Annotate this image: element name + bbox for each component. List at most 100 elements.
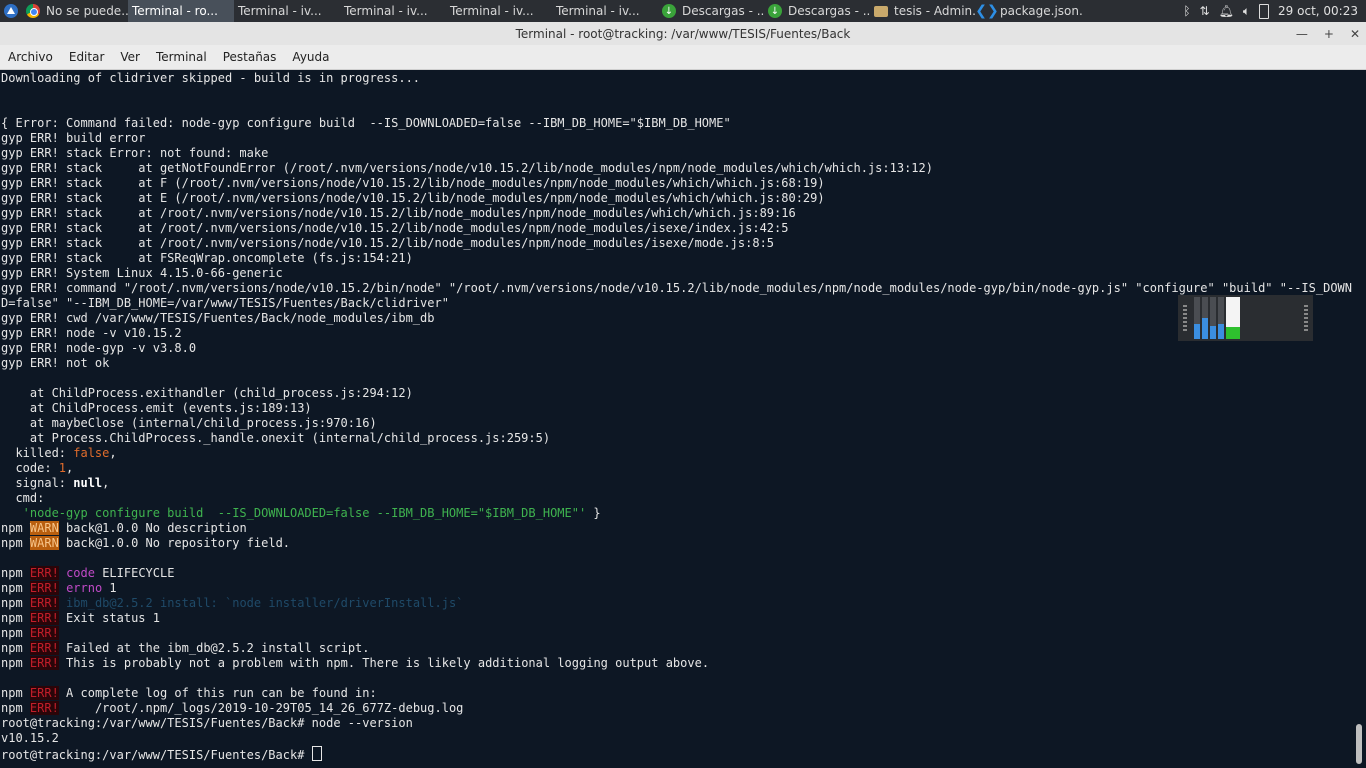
brace: } bbox=[586, 506, 601, 520]
notification-bell-icon[interactable]: 🔔︎ bbox=[1219, 4, 1234, 18]
task-downloads[interactable]: ↓ Descargas - ... bbox=[658, 0, 764, 22]
task-label: Descargas - ... bbox=[682, 4, 764, 18]
app-menu-icon[interactable] bbox=[0, 0, 22, 22]
shell-prompt: root@tracking:/var/www/TESIS/Fuentes/Bac… bbox=[1, 748, 312, 762]
maximize-icon[interactable]: + bbox=[1324, 27, 1334, 41]
close-icon[interactable]: ✕ bbox=[1350, 27, 1360, 41]
task-chrome[interactable]: No se puede... bbox=[22, 0, 128, 22]
cpu-core-fill bbox=[1202, 318, 1208, 339]
terminal-line: at Process.ChildProcess._handle.onexit (… bbox=[1, 431, 551, 445]
menu-ver[interactable]: Ver bbox=[112, 50, 148, 64]
terminal-line: npm ERR! Failed at the ibm_db@2.5.2 inst… bbox=[1, 641, 1352, 656]
terminal-line: npm ERR! errno 1 bbox=[1, 581, 1352, 596]
task-label: Terminal - iv... bbox=[344, 4, 428, 18]
warn-text: back@1.0.0 No description bbox=[58, 521, 247, 535]
task-label: tesis - Admin... bbox=[894, 4, 976, 18]
err-badge: ERR! bbox=[29, 611, 59, 625]
npm-prefix: npm bbox=[1, 641, 23, 655]
menu-bar: Archivo Editar Ver Terminal Pestañas Ayu… bbox=[0, 45, 1366, 70]
system-monitor-widget[interactable] bbox=[1178, 295, 1313, 341]
terminal-text: Downloading of clidriver skipped - build… bbox=[0, 70, 1366, 762]
value-false: false bbox=[73, 446, 110, 460]
cpu-core-fill bbox=[1210, 326, 1216, 339]
folder-icon bbox=[874, 5, 888, 17]
terminal-line: npm ERR! This is probably not a problem … bbox=[1, 656, 1352, 671]
terminal-line: killed: false, bbox=[1, 446, 117, 460]
menu-editar[interactable]: Editar bbox=[61, 50, 113, 64]
err-text: 1 bbox=[102, 581, 117, 595]
task-file-manager[interactable]: tesis - Admin... bbox=[870, 0, 976, 22]
minimize-icon[interactable]: — bbox=[1296, 27, 1308, 41]
npm-prefix: npm bbox=[1, 566, 23, 580]
err-badge: ERR! bbox=[29, 701, 59, 715]
terminal-line: 'node-gyp configure build --IS_DOWNLOADE… bbox=[1, 506, 1352, 521]
terminal-scrollbar[interactable] bbox=[1352, 70, 1366, 768]
cpu-core-bar bbox=[1202, 297, 1208, 339]
err-text: This is probably not a problem with npm.… bbox=[58, 656, 710, 670]
terminal-line: gyp ERR! stack at FSReqWrap.oncomplete (… bbox=[1, 251, 413, 265]
task-downloads[interactable]: ↓ Descargas - ... bbox=[764, 0, 870, 22]
terminal-line: at maybeClose (internal/child_process.js… bbox=[1, 416, 377, 430]
task-vscode[interactable]: ❮❯ package.json... bbox=[976, 0, 1082, 22]
cpu-core-bar bbox=[1194, 297, 1200, 339]
terminal-line: gyp ERR! stack Error: not found: make bbox=[1, 146, 269, 160]
terminal-line: { Error: Command failed: node-gyp config… bbox=[1, 116, 731, 130]
drag-handle[interactable] bbox=[1183, 305, 1187, 331]
terminal-line: gyp ERR! node -v v10.15.2 bbox=[1, 326, 182, 340]
err-badge: ERR! bbox=[29, 626, 59, 640]
clock[interactable]: 29 oct, 00:23 bbox=[1278, 4, 1358, 18]
memory-fill bbox=[1226, 327, 1240, 339]
warn-badge: WARN bbox=[29, 536, 59, 550]
terminal-line: gyp ERR! command "/root/.nvm/versions/no… bbox=[1, 281, 1366, 295]
vscode-icon: ❮❯ bbox=[976, 3, 999, 19]
value-code: 1 bbox=[58, 461, 67, 475]
terminal-line: at ChildProcess.exithandler (child_proce… bbox=[1, 386, 413, 400]
terminal-line: npm ERR! code ELIFECYCLE bbox=[1, 566, 1352, 581]
menu-pestanas[interactable]: Pestañas bbox=[215, 50, 285, 64]
terminal-line: gyp ERR! build error bbox=[1, 131, 146, 145]
bluetooth-icon[interactable]: ᛒ bbox=[1183, 4, 1190, 18]
menu-archivo[interactable]: Archivo bbox=[0, 50, 61, 64]
terminal-line: npm ERR! /root/.npm/_logs/2019-10-29T05_… bbox=[1, 701, 1352, 716]
err-badge: ERR! bbox=[29, 686, 59, 700]
battery-icon[interactable] bbox=[1259, 3, 1270, 19]
system-tray: ᛒ ⇅ 🔔︎ 🔈︎ 29 oct, 00:23 bbox=[1183, 0, 1358, 22]
task-terminal[interactable]: >Terminal - iv... bbox=[0, 0, 552, 86]
cpu-core-fill bbox=[1194, 324, 1200, 339]
terminal-output[interactable]: Downloading of clidriver skipped - build… bbox=[0, 70, 1366, 768]
prompt-line[interactable]: root@tracking:/var/www/TESIS/Fuentes/Bac… bbox=[1, 746, 1352, 762]
npm-prefix: npm bbox=[1, 611, 23, 625]
menu-terminal[interactable]: Terminal bbox=[148, 50, 215, 64]
volume-icon[interactable]: 🔈︎ bbox=[1243, 4, 1250, 19]
window-title: Terminal - root@tracking: /var/www/TESIS… bbox=[515, 26, 851, 41]
task-terminal-active[interactable]: >Terminal - ro... bbox=[0, 0, 234, 86]
terminal-line: signal: null, bbox=[1, 476, 110, 490]
task-terminal[interactable]: >Terminal - iv... bbox=[0, 0, 340, 86]
task-label: Terminal - iv... bbox=[556, 4, 640, 18]
terminal-line: gyp ERR! stack at /root/.nvm/versions/no… bbox=[1, 206, 796, 220]
scrollbar-thumb[interactable] bbox=[1356, 724, 1362, 764]
key: killed: bbox=[1, 446, 74, 460]
menu-ayuda[interactable]: Ayuda bbox=[284, 50, 337, 64]
npm-prefix: npm bbox=[1, 656, 23, 670]
download-icon: ↓ bbox=[662, 4, 676, 18]
chrome-icon bbox=[26, 4, 40, 18]
terminal-line: at ChildProcess.emit (events.js:189:13) bbox=[1, 401, 312, 415]
terminal-line: npm ERR! Exit status 1 bbox=[1, 611, 1352, 626]
npm-prefix: npm bbox=[1, 626, 23, 640]
terminal-line: gyp ERR! stack at E (/root/.nvm/versions… bbox=[1, 191, 825, 205]
network-icon[interactable]: ⇅ bbox=[1200, 4, 1210, 18]
terminal-line: gyp ERR! not ok bbox=[1, 356, 110, 370]
terminal-line: code: 1, bbox=[1, 461, 74, 475]
download-icon: ↓ bbox=[768, 4, 782, 18]
task-label: Descargas - ... bbox=[788, 4, 870, 18]
task-terminal[interactable]: >Terminal - iv... bbox=[0, 0, 658, 86]
drag-handle[interactable] bbox=[1304, 305, 1308, 331]
err-badge: ERR! bbox=[29, 656, 59, 670]
window-titlebar[interactable]: Terminal - root@tracking: /var/www/TESIS… bbox=[0, 22, 1366, 45]
task-label: package.json... bbox=[1000, 4, 1082, 18]
task-terminal[interactable]: >Terminal - iv... bbox=[0, 0, 446, 86]
task-label: No se puede... bbox=[46, 4, 128, 18]
value-null: null bbox=[73, 476, 103, 490]
task-label: Terminal - iv... bbox=[450, 4, 534, 18]
